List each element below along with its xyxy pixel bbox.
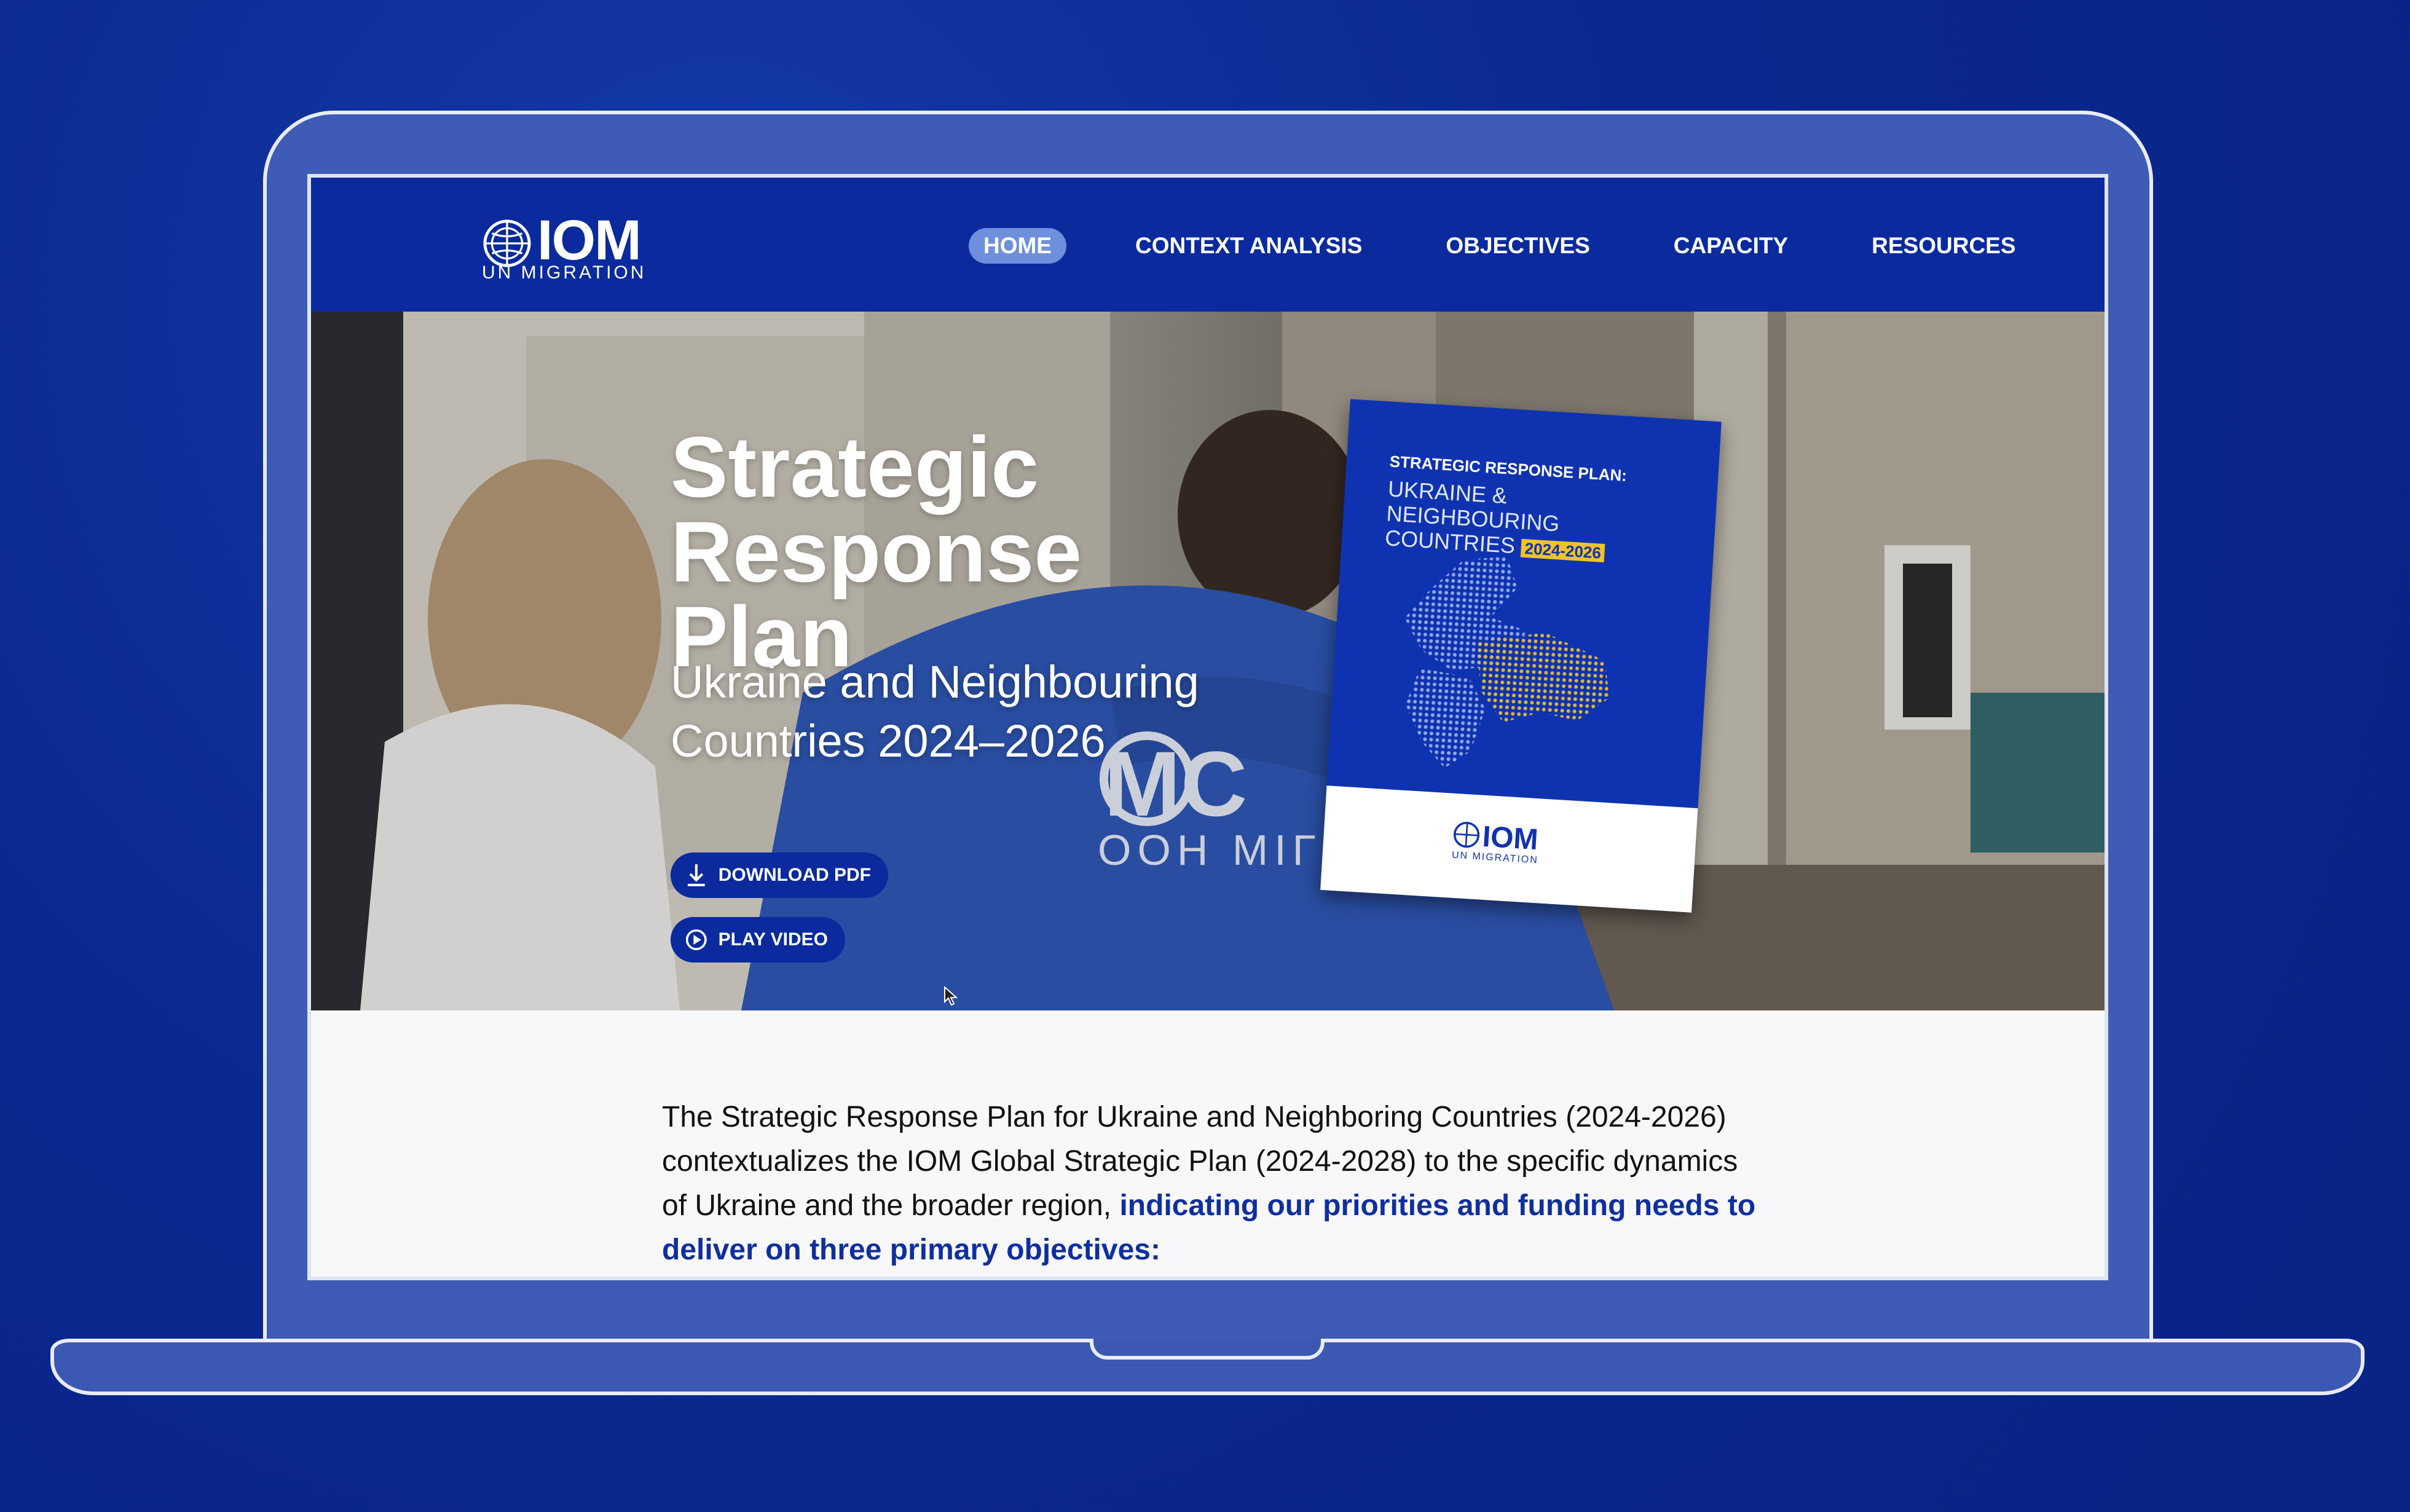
site-header: IOM UN MIGRATION HOME CONTEXT ANALYSIS O…: [311, 178, 2105, 312]
cover-globe-icon: [1453, 822, 1480, 848]
play-icon: [685, 929, 707, 950]
nav-context-analysis[interactable]: CONTEXT ANALYSIS: [1120, 228, 1377, 264]
cover-iom-logo: IOM UN MIGRATION: [1451, 818, 1577, 875]
mouse-cursor-icon: [944, 986, 958, 1006]
download-pdf-button[interactable]: DOWNLOAD PDF: [671, 852, 888, 898]
main-nav: HOME CONTEXT ANALYSIS OBJECTIVES CAPACIT…: [969, 227, 2085, 265]
download-pdf-label: DOWNLOAD PDF: [718, 865, 871, 885]
hero-section: MC ООН МІГР Strategic Response Plan Ukra…: [311, 312, 2105, 1010]
cover-logo-text: IOM: [1481, 820, 1540, 857]
hero-title: Strategic Response Plan: [671, 418, 1082, 685]
laptop-notch: [1090, 1339, 1325, 1360]
play-video-button[interactable]: PLAY VIDEO: [671, 917, 845, 963]
browser-screen: IOM UN MIGRATION HOME CONTEXT ANALYSIS O…: [307, 174, 2108, 1280]
hero-subtitle: Ukraine and Neighbouring Countries 2024–…: [671, 656, 1199, 766]
nav-resources[interactable]: RESOURCES: [1857, 228, 2030, 264]
download-icon: [687, 864, 705, 886]
logo-subtitle: UN MIGRATION: [482, 262, 647, 283]
globe-icon: [483, 219, 531, 267]
nav-home[interactable]: HOME: [969, 228, 1066, 264]
nav-capacity[interactable]: CAPACITY: [1659, 228, 1803, 264]
report-cover-image[interactable]: STRATEGIC RESPONSE PLAN: UKRAINE & NEIGH…: [1320, 399, 1722, 913]
play-video-label: PLAY VIDEO: [718, 929, 828, 950]
ukraine-region-map-icon: [1404, 556, 1610, 768]
iom-logo[interactable]: IOM UN MIGRATION: [482, 209, 654, 283]
nav-objectives[interactable]: OBJECTIVES: [1431, 228, 1604, 264]
intro-paragraph: The Strategic Response Plan for Ukraine …: [662, 1095, 1768, 1272]
logo-text: IOM: [537, 209, 642, 272]
